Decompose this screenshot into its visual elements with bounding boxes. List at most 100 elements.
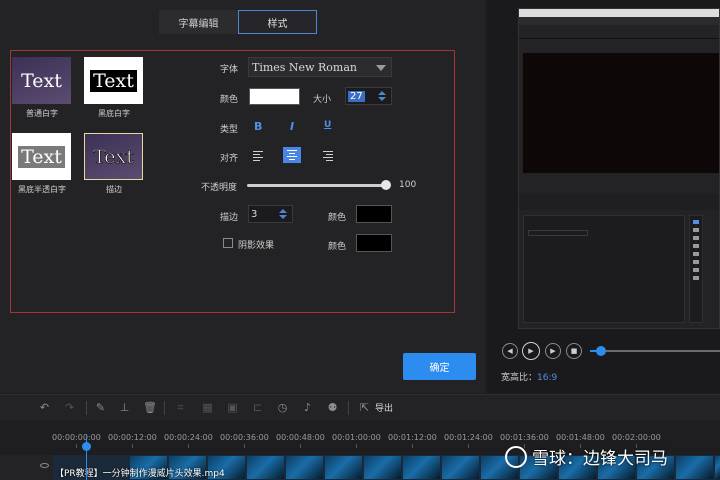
video-frame-workspace-bar	[519, 25, 719, 39]
toolbar-divider	[86, 401, 87, 415]
preset-black-bg-white[interactable]: Text	[84, 57, 143, 104]
stroke-width-value: 3	[251, 208, 258, 220]
preset-translucent-label: 黑底半透白字	[18, 185, 66, 194]
rewind-button[interactable]: ◀	[502, 343, 518, 359]
opacity-slider-track[interactable]	[247, 184, 387, 187]
tab-style[interactable]: 样式	[238, 10, 317, 34]
align-center-button[interactable]	[283, 147, 301, 163]
italic-button[interactable]: I	[290, 120, 294, 133]
size-label: 大小	[313, 95, 332, 105]
redo-icon[interactable]: ↷	[63, 401, 76, 414]
stroke-color-label: 颜色	[328, 213, 347, 223]
watermark-logo-icon	[505, 446, 527, 468]
editor-tabs: 字幕编辑 样式	[159, 10, 317, 34]
timeline-tick-mark	[468, 444, 469, 448]
record-voiceover-icon[interactable]: ♪	[301, 401, 314, 414]
clip-thumbnail	[286, 456, 323, 479]
stroke-width-stepper[interactable]: 3	[248, 205, 293, 223]
shadow-label: 阴影效果	[238, 241, 275, 251]
stroke-label: 描边	[220, 213, 239, 223]
chevron-down-icon	[376, 65, 386, 71]
stop-button[interactable]: ■	[566, 343, 582, 359]
clip-thumbnail	[403, 456, 440, 479]
shadow-checkbox[interactable]	[223, 238, 233, 248]
align-left-button[interactable]	[250, 148, 268, 164]
type-label: 类型	[220, 125, 239, 135]
delete-icon[interactable]: 🗑	[143, 401, 157, 414]
green-screen-icon[interactable]: ⚉	[326, 401, 339, 414]
video-frame-menubar	[519, 17, 719, 25]
font-select[interactable]: Times New Roman	[248, 57, 392, 77]
preset-stroke-label: 描边	[106, 185, 122, 194]
stepper-up-icon[interactable]	[279, 209, 287, 213]
toolbar-divider	[348, 401, 349, 415]
font-size-value: 27	[348, 90, 365, 102]
zoom-icon[interactable]: ⊏	[251, 401, 264, 414]
timeline-tick-label: 00:00:48:00	[276, 433, 325, 442]
crop-icon[interactable]: ⌗	[174, 401, 187, 414]
aspect-ratio-value[interactable]: 16:9	[537, 373, 557, 383]
playhead-handle[interactable]	[82, 442, 91, 451]
playback-progress-track[interactable]	[600, 350, 720, 352]
clip-thumbnail	[715, 456, 720, 479]
timeline-tick-label: 00:01:12:00	[388, 433, 437, 442]
timeline-tick-label: 00:00:24:00	[164, 433, 213, 442]
play-button[interactable]: ▶	[522, 342, 540, 360]
track-header	[0, 455, 53, 480]
duration-icon[interactable]: ◷	[276, 401, 289, 414]
color-label: 颜色	[220, 95, 239, 105]
split-icon[interactable]: ⊥	[118, 401, 131, 414]
preset-plain-white[interactable]: Text	[12, 57, 71, 104]
bold-button[interactable]: B	[254, 120, 262, 133]
eye-icon[interactable]	[40, 463, 49, 468]
edit-icon[interactable]: ✎	[94, 401, 107, 414]
font-size-stepper[interactable]: 27	[345, 87, 392, 105]
opacity-slider-handle[interactable]	[381, 180, 391, 190]
timeline-tick-mark	[244, 444, 245, 448]
confirm-button[interactable]: 确定	[403, 353, 476, 380]
video-frame-monitor	[523, 53, 719, 173]
opacity-label: 不透明度	[201, 183, 238, 193]
video-frame-controls	[519, 194, 719, 210]
font-select-value: Times New Roman	[252, 60, 357, 74]
timeline-tick-label: 00:01:00:00	[332, 433, 381, 442]
font-label: 字体	[220, 65, 239, 75]
video-frame-tools	[689, 215, 703, 323]
video-preview-panel	[487, 0, 720, 393]
timeline-tick-label: 00:01:36:00	[500, 433, 549, 442]
playhead[interactable]	[86, 434, 87, 480]
stepper-up-icon[interactable]	[378, 91, 386, 95]
font-color-swatch[interactable]	[249, 88, 300, 105]
timeline-tick-mark	[132, 444, 133, 448]
align-right-button[interactable]	[318, 148, 336, 164]
align-label: 对齐	[220, 154, 239, 164]
export-icon[interactable]: ⇱	[358, 401, 371, 414]
video-frame-titlebar	[519, 9, 719, 17]
export-button[interactable]: 导出	[375, 401, 393, 414]
freeze-frame-icon[interactable]: ▣	[226, 401, 239, 414]
playback-progress-handle[interactable]	[596, 346, 606, 356]
shadow-color-swatch[interactable]	[356, 234, 392, 252]
preset-translucent-bg-white[interactable]: Text	[12, 133, 71, 180]
tab-subtitle-edit[interactable]: 字幕编辑	[159, 10, 238, 34]
clip-thumbnail	[364, 456, 401, 479]
clip-thumbnail	[247, 456, 284, 479]
clip-thumbnail	[676, 456, 713, 479]
toolbar-divider	[164, 401, 165, 415]
stroke-color-swatch[interactable]	[356, 205, 392, 223]
shadow-color-label: 颜色	[328, 242, 347, 252]
preset-stroke[interactable]: Text	[84, 133, 143, 180]
preset-black-bg-white-text: Text	[90, 69, 137, 92]
stepper-down-icon[interactable]	[279, 215, 287, 219]
clip-thumbnail	[442, 456, 479, 479]
aspect-ratio-label: 宽高比：	[501, 373, 538, 383]
video-frame-project-panel	[523, 215, 685, 323]
stepper-down-icon[interactable]	[378, 97, 386, 101]
mosaic-icon[interactable]: ▦	[201, 401, 214, 414]
forward-button[interactable]: ▶	[545, 343, 561, 359]
opacity-value: 100	[399, 180, 417, 190]
underline-button[interactable]: U	[324, 120, 331, 130]
timeline-tick-label: 00:02:00:00	[612, 433, 661, 442]
undo-icon[interactable]: ↶	[38, 401, 51, 414]
video-frame[interactable]	[518, 8, 720, 329]
